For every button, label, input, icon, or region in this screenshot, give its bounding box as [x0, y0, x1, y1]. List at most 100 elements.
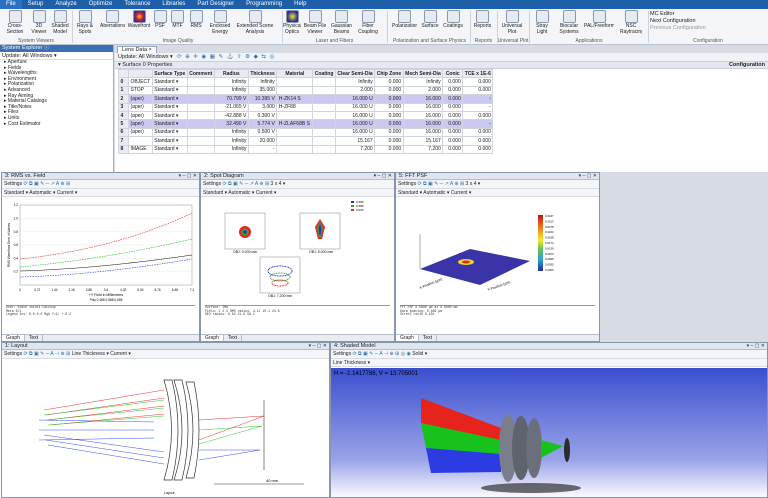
ribbon-enclosed-energy-button[interactable]: Enclosed Energy [208, 10, 232, 37]
lens-cell[interactable]: 0 [118, 77, 129, 87]
column-header[interactable] [118, 68, 129, 79]
ribbon-surface-button[interactable]: Surface [420, 10, 440, 37]
ribbon-reports-button[interactable]: Reports [470, 10, 495, 37]
lens-cell[interactable]: 16.000 [402, 110, 444, 121]
lens-cell[interactable] [186, 119, 215, 129]
lens-cell[interactable] [312, 102, 336, 112]
lens-cell[interactable]: Standard ▾ [151, 127, 188, 138]
lens-cell[interactable]: -42.888 V [213, 110, 249, 121]
lens-cell[interactable]: - [462, 102, 494, 112]
lens-cell[interactable]: 16.000 [402, 94, 444, 104]
lens-cell[interactable]: 16.000 [402, 127, 444, 138]
settings-button[interactable]: Settings [203, 181, 221, 187]
column-header[interactable]: TCE x 1E-6 [462, 68, 494, 79]
lens-cell[interactable]: Standard ▾ [151, 144, 188, 154]
lens-cell[interactable] [186, 110, 215, 121]
settings-button[interactable]: Settings [4, 181, 22, 187]
lens-cell[interactable]: 0.000 [462, 85, 494, 96]
lens-cell[interactable]: Infinity [247, 77, 278, 87]
column-header[interactable]: Material [276, 68, 314, 79]
lens-cell[interactable]: 0.000 [374, 119, 404, 129]
lens-cell[interactable] [186, 127, 215, 138]
ribbon-polarization-button[interactable]: Polarization [392, 10, 417, 37]
menu-tolerance[interactable]: Tolerance [118, 0, 156, 9]
lens-cell[interactable]: 15.167 [334, 136, 376, 146]
lens-cell[interactable]: (aper) [128, 127, 153, 138]
ribbon-rms-button[interactable]: RMS [187, 10, 205, 37]
config-previous-configuration-button[interactable]: Previous Configuration [650, 25, 706, 31]
config-next-configuration-button[interactable]: Next Configuration [650, 18, 696, 24]
tab-lens-data[interactable]: Lens Data × [117, 46, 157, 53]
ribbon-nsc-raytracing-button[interactable]: NSC Raytracing [620, 10, 642, 37]
lens-cell[interactable]: 0.000 [462, 127, 494, 138]
lens-cell[interactable]: (aper) [128, 110, 153, 121]
menu-analyze[interactable]: Analyze [49, 0, 82, 9]
ribbon-physical-optics-button[interactable]: Physical Optics [283, 10, 301, 37]
lens-cell[interactable]: Standard ▾ [151, 136, 188, 146]
lens-cell[interactable]: 5.774 V [247, 119, 278, 129]
lens-cell[interactable]: 15.167 [402, 136, 444, 146]
lens-cell[interactable]: Infinity [213, 127, 249, 138]
lens-cell[interactable]: Standard ▾ [151, 110, 188, 121]
rms-dropdowns[interactable]: Standard ▾ Automatic ▾ Current ▾ [2, 189, 199, 197]
lens-cell[interactable] [312, 85, 336, 96]
lens-cell[interactable]: Infinity [334, 77, 376, 87]
window-controls-icon[interactable]: ▾ – ▢ ✕ [179, 173, 197, 180]
lens-row[interactable]: 5 (aper) Standard ▾ 32.490 V 5.774 V H-ZLAF68… [118, 119, 494, 129]
ribbon-fiber-coupling-button[interactable]: Fiber Coupling [355, 10, 381, 37]
toolbar-icons[interactable]: ⟳ ⧉ ▣ ✎ ─ ↗ A ⊕ ⊞ [23, 181, 70, 187]
lens-cell[interactable]: 3.000 [247, 102, 278, 112]
menu-help[interactable]: Help [288, 0, 312, 9]
lens-cell[interactable] [312, 144, 336, 154]
lens-cell[interactable]: Infinity [213, 85, 249, 96]
lens-cell[interactable] [312, 136, 336, 146]
window-controls-icon[interactable]: ▾ – ▢ ✕ [309, 343, 327, 350]
lens-cell[interactable]: 16.000 U [334, 110, 376, 121]
lens-cell[interactable]: 0.000 [462, 110, 494, 121]
lens-cell[interactable]: STOP [128, 85, 153, 96]
tab-graph[interactable]: Graph [2, 335, 25, 341]
toolbar-icons[interactable]: ⟳ ⧉ ▣ ✎ ─ A ⊣ ⊕ ⊞ [23, 351, 70, 357]
lens-cell[interactable]: 0.000 [442, 144, 464, 154]
column-header[interactable]: Chip Zone [374, 68, 404, 79]
lens-cell[interactable]: 0.000 [442, 119, 464, 129]
lens-cell[interactable] [186, 85, 215, 96]
lens-row[interactable]: 7 Standard ▾ Infinity 20.000 15.167 0.000 15.1… [118, 136, 494, 146]
lens-cell[interactable] [312, 127, 336, 138]
lens-cell[interactable]: 0.000 [442, 102, 464, 112]
column-header[interactable] [128, 68, 153, 79]
lens-cell[interactable]: 1 [118, 85, 129, 96]
ribbon-rays-spots-button[interactable]: Rays & Spots [73, 10, 97, 37]
lens-cell[interactable] [276, 127, 314, 138]
settings-button[interactable]: Settings [398, 181, 416, 187]
lens-cell[interactable]: 0.000 [374, 136, 404, 146]
tab-graph[interactable]: Graph [201, 335, 224, 341]
column-header[interactable]: Radius [213, 68, 249, 79]
lens-cell[interactable]: 0.000 [442, 77, 464, 87]
layout-dropdowns[interactable]: Line Thickness ▾ Current ▾ [72, 351, 131, 357]
lens-cell[interactable]: Standard ▾ [151, 119, 188, 129]
lens-cell[interactable]: 2.000 [402, 85, 444, 96]
lens-cell[interactable]: H-ZK14 S [276, 94, 314, 104]
lens-row[interactable]: 1 STOP Standard ▾ Infinity 35.000 2.000 0.000 2… [118, 85, 494, 96]
grid-dropdown[interactable]: 3 x 4 ▾ [466, 181, 481, 187]
lens-cell[interactable] [276, 110, 314, 121]
ribbon-mtf-button[interactable]: MTF [170, 10, 185, 37]
lens-cell[interactable] [276, 144, 314, 154]
menu-part-designer[interactable]: Part Designer [191, 0, 240, 9]
lens-cell[interactable]: Standard ▾ [151, 94, 188, 104]
settings-button[interactable]: Settings [333, 351, 351, 357]
lens-row[interactable]: 6 (aper) Standard ▾ Infinity 0.500 V 16.000 U… [118, 127, 494, 138]
lens-cell[interactable]: 16.000 U [334, 119, 376, 129]
lens-row[interactable]: 3 (aper) Standard ▾ -21.065 V 3.000 H-ZF88 16.… [118, 102, 494, 112]
lens-cell[interactable]: (aper) [128, 94, 153, 104]
menu-optimize[interactable]: Optimize [83, 0, 119, 9]
lens-cell[interactable] [186, 102, 215, 112]
tab-text[interactable]: Text [224, 335, 243, 341]
ribbon-universal-plot-button[interactable]: Universal Plot [497, 10, 527, 37]
spot-dropdowns[interactable]: Standard ▾ Automatic ▾ Current ▾ [201, 189, 394, 197]
ribbon-cross-section-button[interactable]: Cross-Section [2, 10, 28, 37]
lens-cell[interactable]: 0.000 [442, 136, 464, 146]
ribbon-aberrations-button[interactable]: Aberrations [100, 10, 125, 37]
lens-cell[interactable]: 7 [118, 136, 129, 146]
